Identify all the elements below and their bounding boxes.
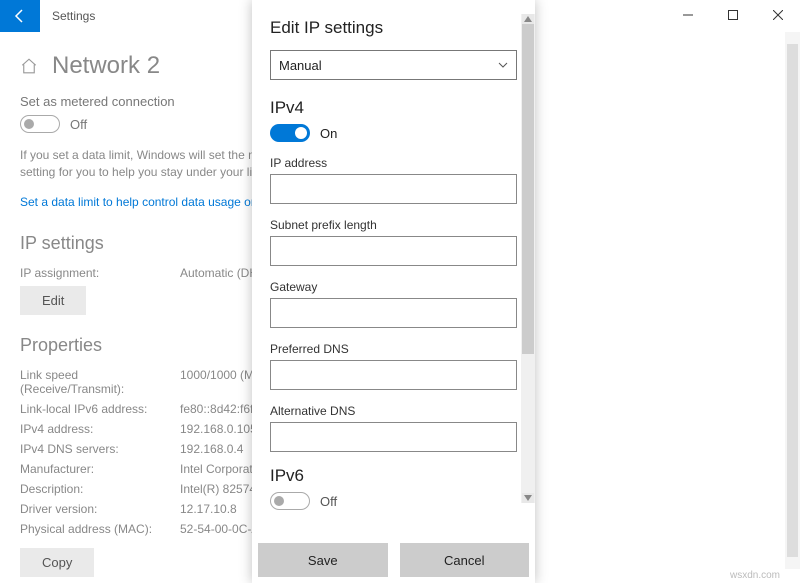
gateway-label: Gateway [270, 280, 517, 294]
dialog-scrollbar-thumb[interactable] [522, 24, 534, 354]
window-title: Settings [40, 9, 95, 23]
dialog-title: Edit IP settings [270, 18, 517, 38]
edit-button[interactable]: Edit [20, 286, 86, 315]
cancel-button[interactable]: Cancel [400, 543, 530, 577]
preferred-dns-input[interactable] [270, 360, 517, 390]
alternative-dns-input[interactable] [270, 422, 517, 452]
property-key: Link-local IPv6 address: [20, 402, 180, 416]
ip-address-input[interactable] [270, 174, 517, 204]
close-icon [773, 10, 783, 20]
preferred-dns-label: Preferred DNS [270, 342, 517, 356]
metered-state: Off [70, 117, 87, 132]
property-key: Link speed (Receive/Transmit): [20, 368, 180, 396]
minimize-icon [683, 10, 693, 20]
metered-toggle[interactable] [20, 115, 60, 133]
home-icon [20, 57, 38, 75]
scroll-down-icon[interactable] [522, 493, 534, 503]
save-button[interactable]: Save [258, 543, 388, 577]
close-button[interactable] [755, 0, 800, 30]
dialog-scrollbar[interactable] [521, 14, 535, 503]
property-value: fe80::8d42:f6f6 [180, 402, 260, 416]
ip-assignment-label: IP assignment: [20, 266, 180, 280]
property-key: Description: [20, 482, 180, 496]
property-key: IPv4 DNS servers: [20, 442, 180, 456]
ipv6-heading: IPv6 [270, 466, 517, 486]
ipv4-toggle[interactable] [270, 124, 310, 142]
page-scrollbar[interactable] [785, 32, 800, 569]
ip-mode-value: Manual [279, 58, 322, 73]
page-title: Network 2 [52, 52, 160, 80]
arrow-left-icon [12, 8, 28, 24]
subnet-label: Subnet prefix length [270, 218, 517, 232]
alternative-dns-label: Alternative DNS [270, 404, 517, 418]
scroll-up-icon[interactable] [522, 14, 534, 24]
subnet-input[interactable] [270, 236, 517, 266]
maximize-icon [728, 10, 738, 20]
ip-address-label: IP address [270, 156, 517, 170]
property-key: IPv4 address: [20, 422, 180, 436]
property-key: Physical address (MAC): [20, 522, 180, 536]
property-value: 12.17.10.8 [180, 502, 237, 516]
scrollbar-thumb[interactable] [787, 44, 798, 557]
chevron-down-icon [498, 60, 508, 70]
property-value: 52-54-00-0C-A [180, 522, 259, 536]
gateway-input[interactable] [270, 298, 517, 328]
ipv4-state: On [320, 126, 337, 141]
back-button[interactable] [0, 0, 40, 32]
property-value: 192.168.0.4 [180, 442, 243, 456]
maximize-button[interactable] [710, 0, 755, 30]
ip-mode-select[interactable]: Manual [270, 50, 517, 80]
ipv6-toggle[interactable] [270, 492, 310, 510]
minimize-button[interactable] [665, 0, 710, 30]
edit-ip-dialog: Edit IP settings Manual IPv4 On IP addre… [252, 0, 535, 583]
watermark: wsxdn.com [730, 570, 780, 581]
property-value: 192.168.0.105 [180, 422, 257, 436]
property-key: Manufacturer: [20, 462, 180, 476]
copy-button[interactable]: Copy [20, 548, 94, 577]
ipv6-state: Off [320, 494, 337, 509]
property-key: Driver version: [20, 502, 180, 516]
ipv4-heading: IPv4 [270, 98, 517, 118]
